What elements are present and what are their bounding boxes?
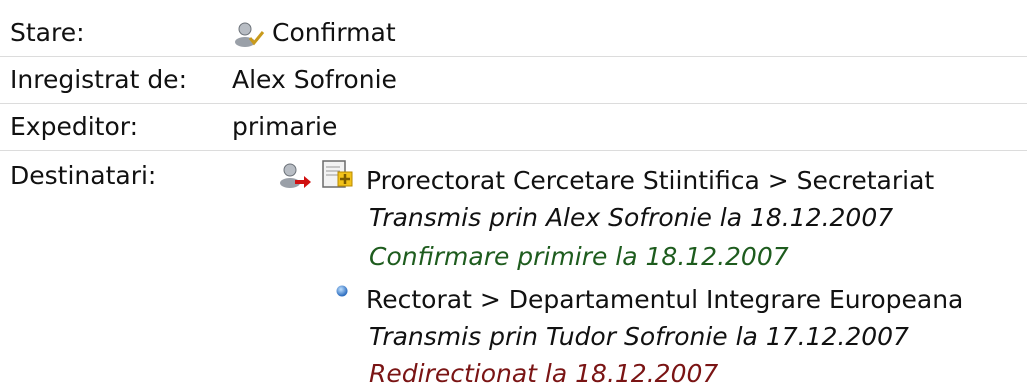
document-add-icon <box>322 160 353 188</box>
user-forward-icon <box>280 163 311 188</box>
destinatari-label: Destinatari: <box>10 161 157 190</box>
expeditor-value: primarie <box>232 112 338 141</box>
row-expeditor: Expeditor: primarie <box>0 104 1027 151</box>
recipient-transmis: Transmis prin Tudor Sofronie la 17.12.20… <box>369 322 909 351</box>
recipient-name: Prorectorat Cercetare Stiintifica > Secr… <box>366 166 935 195</box>
blue-bullet-icon <box>336 285 348 297</box>
expeditor-label: Expeditor: <box>10 112 139 141</box>
user-check-icon <box>235 22 265 47</box>
recipient-transmis: Transmis prin Alex Sofronie la 18.12.200… <box>369 203 894 232</box>
inregistrat-label: Inregistrat de: <box>10 65 187 94</box>
document-details-panel: Stare: Confirmat Inregistrat de: Alex So… <box>0 0 1027 390</box>
stare-value-text: Confirmat <box>272 18 396 47</box>
row-inregistrat: Inregistrat de: Alex Sofronie <box>0 57 1027 104</box>
row-stare: Stare: Confirmat <box>0 12 1027 57</box>
recipient-status: Confirmare primire la 18.12.2007 <box>369 242 789 271</box>
inregistrat-value: Alex Sofronie <box>232 65 397 94</box>
stare-label: Stare: <box>10 18 85 47</box>
recipient-status: Redirectionat la 18.12.2007 <box>369 359 719 388</box>
stare-value: Confirmat <box>232 17 396 49</box>
recipient-name: Rectorat > Departamentul Integrare Europ… <box>366 285 964 314</box>
